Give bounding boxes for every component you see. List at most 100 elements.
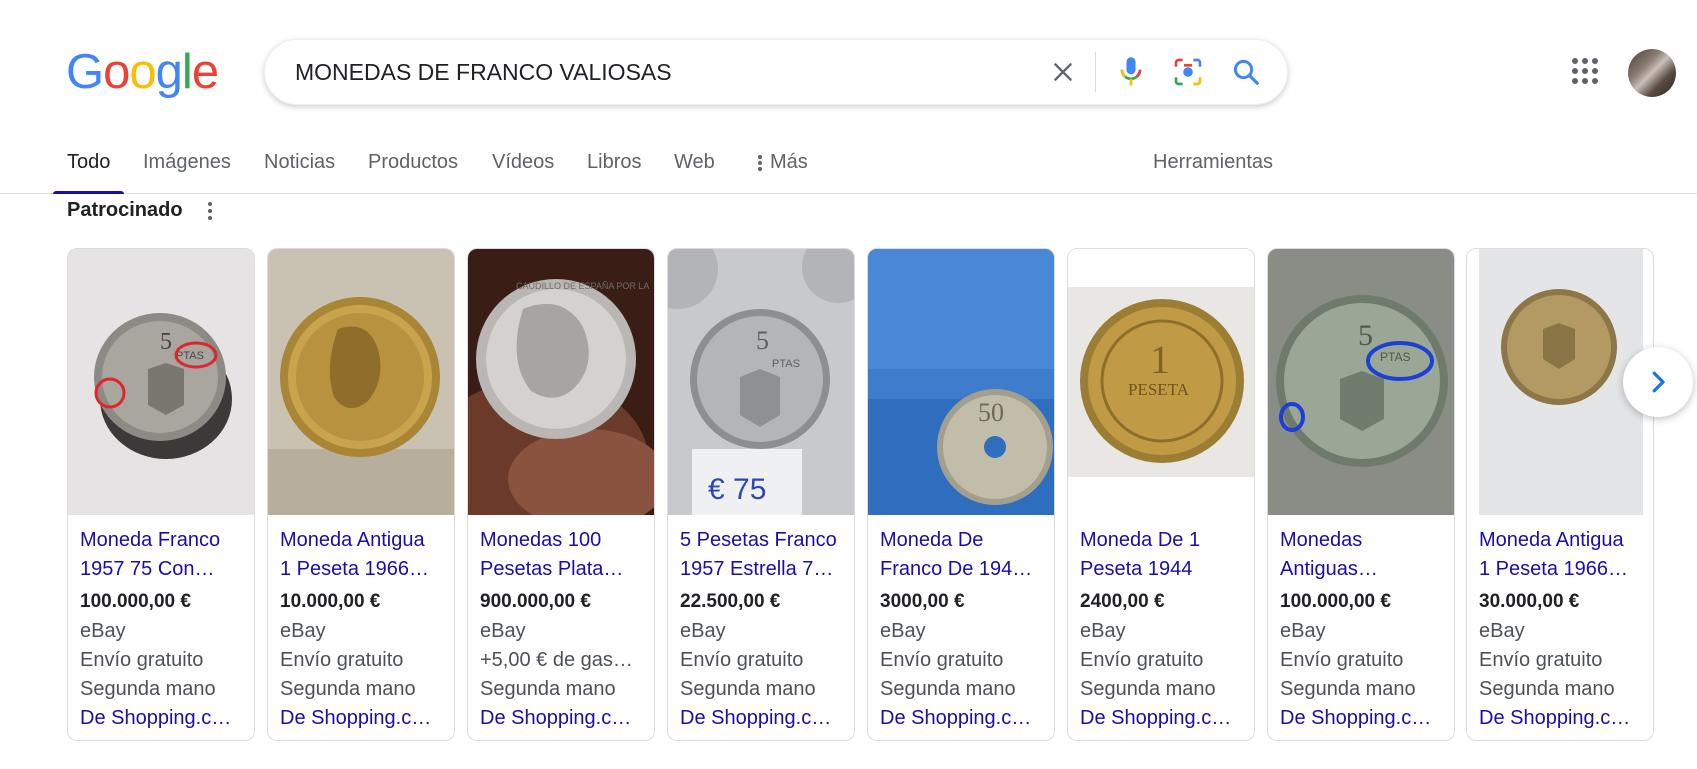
logo-letter: o (129, 45, 156, 99)
tab-todo[interactable]: Todo (52, 151, 125, 194)
product-shipping: Envío gratuito (80, 649, 204, 671)
product-price: 100.000,00 € (80, 591, 191, 612)
avatar[interactable] (1628, 49, 1676, 97)
product-store: eBay (880, 620, 926, 642)
search-icon[interactable] (1228, 54, 1264, 90)
carousel-next-button[interactable] (1623, 347, 1693, 417)
product-title[interactable]: Monedas 100 Pesetas Plata… (480, 526, 646, 584)
product-card[interactable]: 5 PTAS Moneda Franco 1957 75 Con… 100.000… (67, 248, 255, 741)
coin-value: 5 (1358, 319, 1373, 352)
product-shipping: +5,00 € de gas… (480, 649, 633, 671)
product-price: 900.000,00 € (480, 591, 591, 612)
product-price: 2400,00 € (1080, 591, 1165, 612)
coin-value: 1 (1150, 337, 1170, 382)
product-condition: Segunda mano (80, 678, 216, 700)
product-image: 50 (868, 249, 1054, 515)
product-card[interactable]: 1 PESETA Moneda De 1 Peseta 1944 2400,00 … (1067, 248, 1255, 741)
product-store: eBay (80, 620, 126, 642)
tab-productos[interactable]: Productos (368, 151, 458, 194)
product-source-link[interactable]: De Shopping.c… (1080, 704, 1246, 733)
product-source-link[interactable]: De Shopping.c… (1479, 704, 1645, 733)
product-title[interactable]: Moneda De 1 Peseta 1944 (1080, 526, 1246, 584)
product-card[interactable]: 50 Moneda De Franco De 194… 3000,00 € eBa… (867, 248, 1055, 741)
tab-web[interactable]: Web (674, 151, 715, 194)
apps-grid-icon[interactable] (1572, 58, 1604, 90)
product-title[interactable]: Moneda Antigua 1 Peseta 1966… (280, 526, 446, 584)
product-card[interactable]: 5 PTAS Monedas Antiguas… 100.000,00 € eBa… (1267, 248, 1455, 741)
tab-noticias[interactable]: Noticias (264, 151, 335, 194)
product-image: 5 PTAS (1268, 249, 1454, 515)
product-condition: Segunda mano (680, 678, 816, 700)
clear-icon[interactable] (1045, 54, 1081, 90)
product-title[interactable]: 5 Pesetas Franco 1957 Estrella 7… (680, 526, 846, 584)
camera-lens-icon[interactable] (1170, 54, 1206, 90)
product-title[interactable]: Monedas Antiguas… (1280, 526, 1446, 584)
search-box[interactable]: MONEDAS DE FRANCO VALIOSAS (264, 39, 1288, 105)
coin-legend: CAUDILLO DE ESPAÑA POR LA (516, 281, 649, 291)
tab-mas[interactable]: Más (758, 151, 808, 194)
product-shipping: Envío gratuito (1080, 649, 1204, 671)
product-store: eBay (1080, 620, 1126, 642)
microphone-icon[interactable] (1113, 54, 1149, 90)
tab-mas-label: Más (770, 151, 808, 173)
coin-tag: € 75 (708, 473, 766, 506)
logo-letter: G (66, 45, 104, 99)
google-logo[interactable]: Google (66, 45, 219, 99)
product-source-link[interactable]: De Shopping.c… (80, 704, 246, 733)
product-card[interactable]: Moneda Antigua 1 Peseta 1966… 30.000,00 €… (1466, 248, 1654, 741)
search-input[interactable]: MONEDAS DE FRANCO VALIOSAS (295, 40, 672, 104)
product-title[interactable]: Moneda De Franco De 194… (880, 526, 1046, 584)
product-store: eBay (280, 620, 326, 642)
search-tabs: Todo Imágenes Noticias Productos Vídeos … (0, 140, 1697, 194)
coin-value: 5 (756, 326, 769, 355)
product-condition: Segunda mano (280, 678, 416, 700)
tab-imagenes[interactable]: Imágenes (143, 151, 231, 194)
logo-letter: l (181, 45, 193, 99)
more-vert-icon (758, 153, 762, 173)
product-price: 100.000,00 € (1280, 591, 1391, 612)
product-condition: Segunda mano (880, 678, 1016, 700)
product-source-link[interactable]: De Shopping.c… (480, 704, 646, 733)
logo-letter: g (155, 45, 183, 99)
tab-videos[interactable]: Vídeos (492, 151, 554, 194)
product-image: CAUDILLO DE ESPAÑA POR LA (468, 249, 654, 515)
tools-button[interactable]: Herramientas (1153, 151, 1273, 194)
product-shipping: Envío gratuito (1479, 649, 1603, 671)
product-card[interactable]: € 75 5 PTAS 5 Pesetas Franco 1957 Estrell… (667, 248, 855, 741)
coin-unit: PTAS (772, 358, 800, 370)
product-source-link[interactable]: De Shopping.c… (280, 704, 446, 733)
product-shipping: Envío gratuito (280, 649, 404, 671)
product-price: 22.500,00 € (680, 591, 781, 612)
product-image: € 75 5 PTAS (668, 249, 854, 515)
chevron-right-icon (1652, 371, 1665, 393)
product-store: eBay (480, 620, 526, 642)
coin-value: 50 (978, 398, 1004, 427)
sponsored-menu-icon[interactable] (204, 200, 216, 222)
product-condition: Segunda mano (1280, 678, 1416, 700)
product-condition: Segunda mano (480, 678, 616, 700)
product-image: 5 PTAS (68, 249, 254, 515)
product-shipping: Envío gratuito (680, 649, 804, 671)
coin-unit: PTAS (1380, 350, 1410, 364)
product-price: 3000,00 € (880, 591, 965, 612)
product-condition: Segunda mano (1080, 678, 1216, 700)
product-store: eBay (680, 620, 726, 642)
product-image (268, 249, 454, 515)
coin-unit: PESETA (1128, 380, 1190, 399)
product-price: 30.000,00 € (1479, 591, 1580, 612)
product-card[interactable]: CAUDILLO DE ESPAÑA POR LA Monedas 100 Pes… (467, 248, 655, 741)
product-card[interactable]: Moneda Antigua 1 Peseta 1966… 10.000,00 €… (267, 248, 455, 741)
product-store: eBay (1479, 620, 1525, 642)
product-source-link[interactable]: De Shopping.c… (680, 704, 846, 733)
tab-libros[interactable]: Libros (587, 151, 641, 194)
product-source-link[interactable]: De Shopping.c… (1280, 704, 1446, 733)
product-shipping: Envío gratuito (1280, 649, 1404, 671)
product-title[interactable]: Moneda Franco 1957 75 Con… (80, 526, 246, 584)
product-image: 1 PESETA (1068, 249, 1254, 515)
product-condition: Segunda mano (1479, 678, 1615, 700)
product-title[interactable]: Moneda Antigua 1 Peseta 1966… (1479, 526, 1645, 584)
coin-unit: PTAS (176, 350, 204, 362)
product-source-link[interactable]: De Shopping.c… (880, 704, 1046, 733)
logo-letter: o (103, 45, 130, 99)
product-store: eBay (1280, 620, 1326, 642)
